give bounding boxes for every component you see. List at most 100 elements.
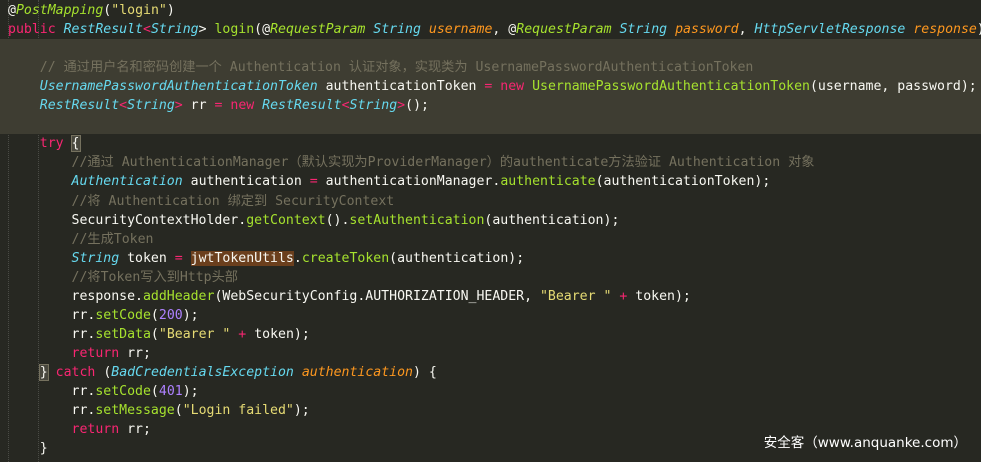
code-token: { bbox=[70, 135, 81, 153]
code-line[interactable]: rr.setCode(200); bbox=[0, 306, 981, 325]
code-line[interactable]: //将 Authentication 绑定到 SecurityContext bbox=[0, 192, 981, 211]
code-token: ( bbox=[150, 326, 159, 342]
code-token: authenticate bbox=[500, 174, 596, 190]
code-line[interactable]: } catch (BadCredentialsException authent… bbox=[0, 363, 981, 382]
code-token: PostMapping bbox=[15, 3, 104, 18]
code-token: try bbox=[39, 136, 64, 152]
code-token: "Login failed" bbox=[182, 403, 294, 419]
code-line[interactable]: //生成Token bbox=[0, 230, 981, 249]
code-token: new bbox=[500, 79, 525, 95]
code-token: addHeader bbox=[142, 288, 215, 304]
code-line[interactable]: UsernamePasswordAuthenticationToken auth… bbox=[0, 77, 981, 97]
code-token: new bbox=[230, 98, 255, 114]
code-token: setCode bbox=[95, 307, 151, 323]
code-token: "Bearer " bbox=[158, 326, 231, 342]
code-token: token); bbox=[627, 288, 691, 304]
code-line[interactable]: response.addHeader(WebSecurityConfig.AUT… bbox=[0, 287, 981, 306]
code-token: ); bbox=[182, 307, 199, 323]
code-token: SecurityContextHolder. bbox=[8, 212, 247, 228]
code-token: catch bbox=[55, 364, 96, 380]
code-token: UsernamePasswordAuthenticationToken bbox=[39, 79, 318, 95]
code-token: return bbox=[71, 422, 120, 438]
code-line[interactable]: // 通过用户名和密码创建一个 Authentication 认证对象，实现类为… bbox=[0, 58, 981, 78]
code-token: rr; bbox=[119, 345, 151, 361]
code-token: authenticationToken bbox=[317, 79, 485, 95]
code-line[interactable] bbox=[0, 115, 981, 135]
code-line[interactable]: rr.setData("Bearer " + token); bbox=[0, 325, 981, 344]
code-token: setAuthentication bbox=[349, 212, 485, 228]
code-token: (authentication); bbox=[389, 250, 525, 266]
code-token: "Bearer " bbox=[539, 288, 612, 304]
code-token: username bbox=[428, 22, 493, 38]
code-token: jwtTokenUtils bbox=[190, 250, 294, 266]
code-token: authentication bbox=[301, 364, 413, 380]
code-line[interactable]: @PostMapping("login") bbox=[0, 1, 981, 20]
code-token: setCode bbox=[95, 384, 151, 399]
code-line[interactable]: RestResult<String> rr = new RestResult<S… bbox=[0, 96, 981, 116]
code-line[interactable]: try { bbox=[0, 134, 981, 153]
code-token: //将 Authentication 绑定到 SecurityContext bbox=[8, 193, 395, 209]
code-line[interactable]: Authentication authentication = authenti… bbox=[0, 172, 981, 191]
code-token: (authenticationToken); bbox=[595, 174, 771, 190]
code-token: (username, password); bbox=[809, 79, 977, 95]
code-token: } bbox=[38, 363, 49, 381]
code-token: String bbox=[619, 22, 668, 38]
code-line[interactable] bbox=[0, 39, 981, 59]
code-token: 401 bbox=[158, 384, 183, 399]
code-line[interactable]: //将Token写入到Http头部 bbox=[0, 268, 981, 287]
code-token: 200 bbox=[158, 307, 183, 323]
code-token: rr; bbox=[119, 422, 151, 438]
code-token: > bbox=[174, 98, 183, 114]
code-token: //通过 AuthenticationManager（默认实现为Provider… bbox=[8, 155, 815, 171]
code-token: String bbox=[71, 250, 120, 266]
code-token: ); bbox=[293, 403, 310, 419]
code-token: BadCredentialsException bbox=[111, 364, 294, 380]
code-line[interactable]: //通过 AuthenticationManager（默认实现为Provider… bbox=[0, 153, 981, 172]
code-token: "login" bbox=[111, 3, 167, 18]
code-token: > bbox=[397, 98, 406, 114]
code-token: rr. bbox=[8, 307, 96, 323]
code-token: public bbox=[8, 22, 64, 38]
code-token: ) { bbox=[413, 364, 437, 380]
code-token: HttpServletResponse bbox=[754, 22, 906, 38]
code-token: token); bbox=[246, 326, 310, 342]
code-token: , @ bbox=[492, 22, 517, 38]
code-line[interactable]: String token = jwtTokenUtils.createToken… bbox=[0, 249, 981, 268]
code-token: @ bbox=[8, 3, 16, 18]
code-editor[interactable]: @PostMapping("login") public RestResult<S… bbox=[0, 0, 981, 462]
code-line[interactable]: rr.setCode(401); bbox=[0, 382, 981, 401]
code-line[interactable]: public RestResult<String> login(@Request… bbox=[0, 20, 981, 39]
code-line[interactable]: return rr; bbox=[0, 344, 981, 363]
code-token: authentication bbox=[182, 174, 310, 190]
code-token: ( bbox=[174, 403, 183, 419]
watermark: 安全客（www.anquanke.com） bbox=[763, 435, 967, 451]
code-token: (authentication); bbox=[484, 212, 620, 228]
code-token: ) { bbox=[977, 22, 981, 37]
code-line[interactable]: SecurityContextHolder.getContext().setAu… bbox=[0, 211, 981, 230]
code-token: = bbox=[309, 174, 318, 190]
code-token: password bbox=[675, 22, 739, 38]
code-token: authenticationManager. bbox=[317, 174, 501, 190]
code-token: > bbox=[198, 22, 215, 38]
code-token: setMessage bbox=[95, 403, 175, 419]
code-token: rr. bbox=[8, 384, 96, 399]
code-token: , bbox=[738, 22, 755, 38]
code-token: String bbox=[127, 98, 175, 114]
code-line[interactable]: rr.setMessage("Login failed"); bbox=[0, 401, 981, 420]
code-token: Authentication bbox=[71, 174, 183, 190]
code-token: ( bbox=[150, 307, 159, 323]
code-token: < bbox=[341, 98, 350, 114]
code-token: login bbox=[214, 22, 255, 38]
code-token: response bbox=[913, 22, 977, 38]
